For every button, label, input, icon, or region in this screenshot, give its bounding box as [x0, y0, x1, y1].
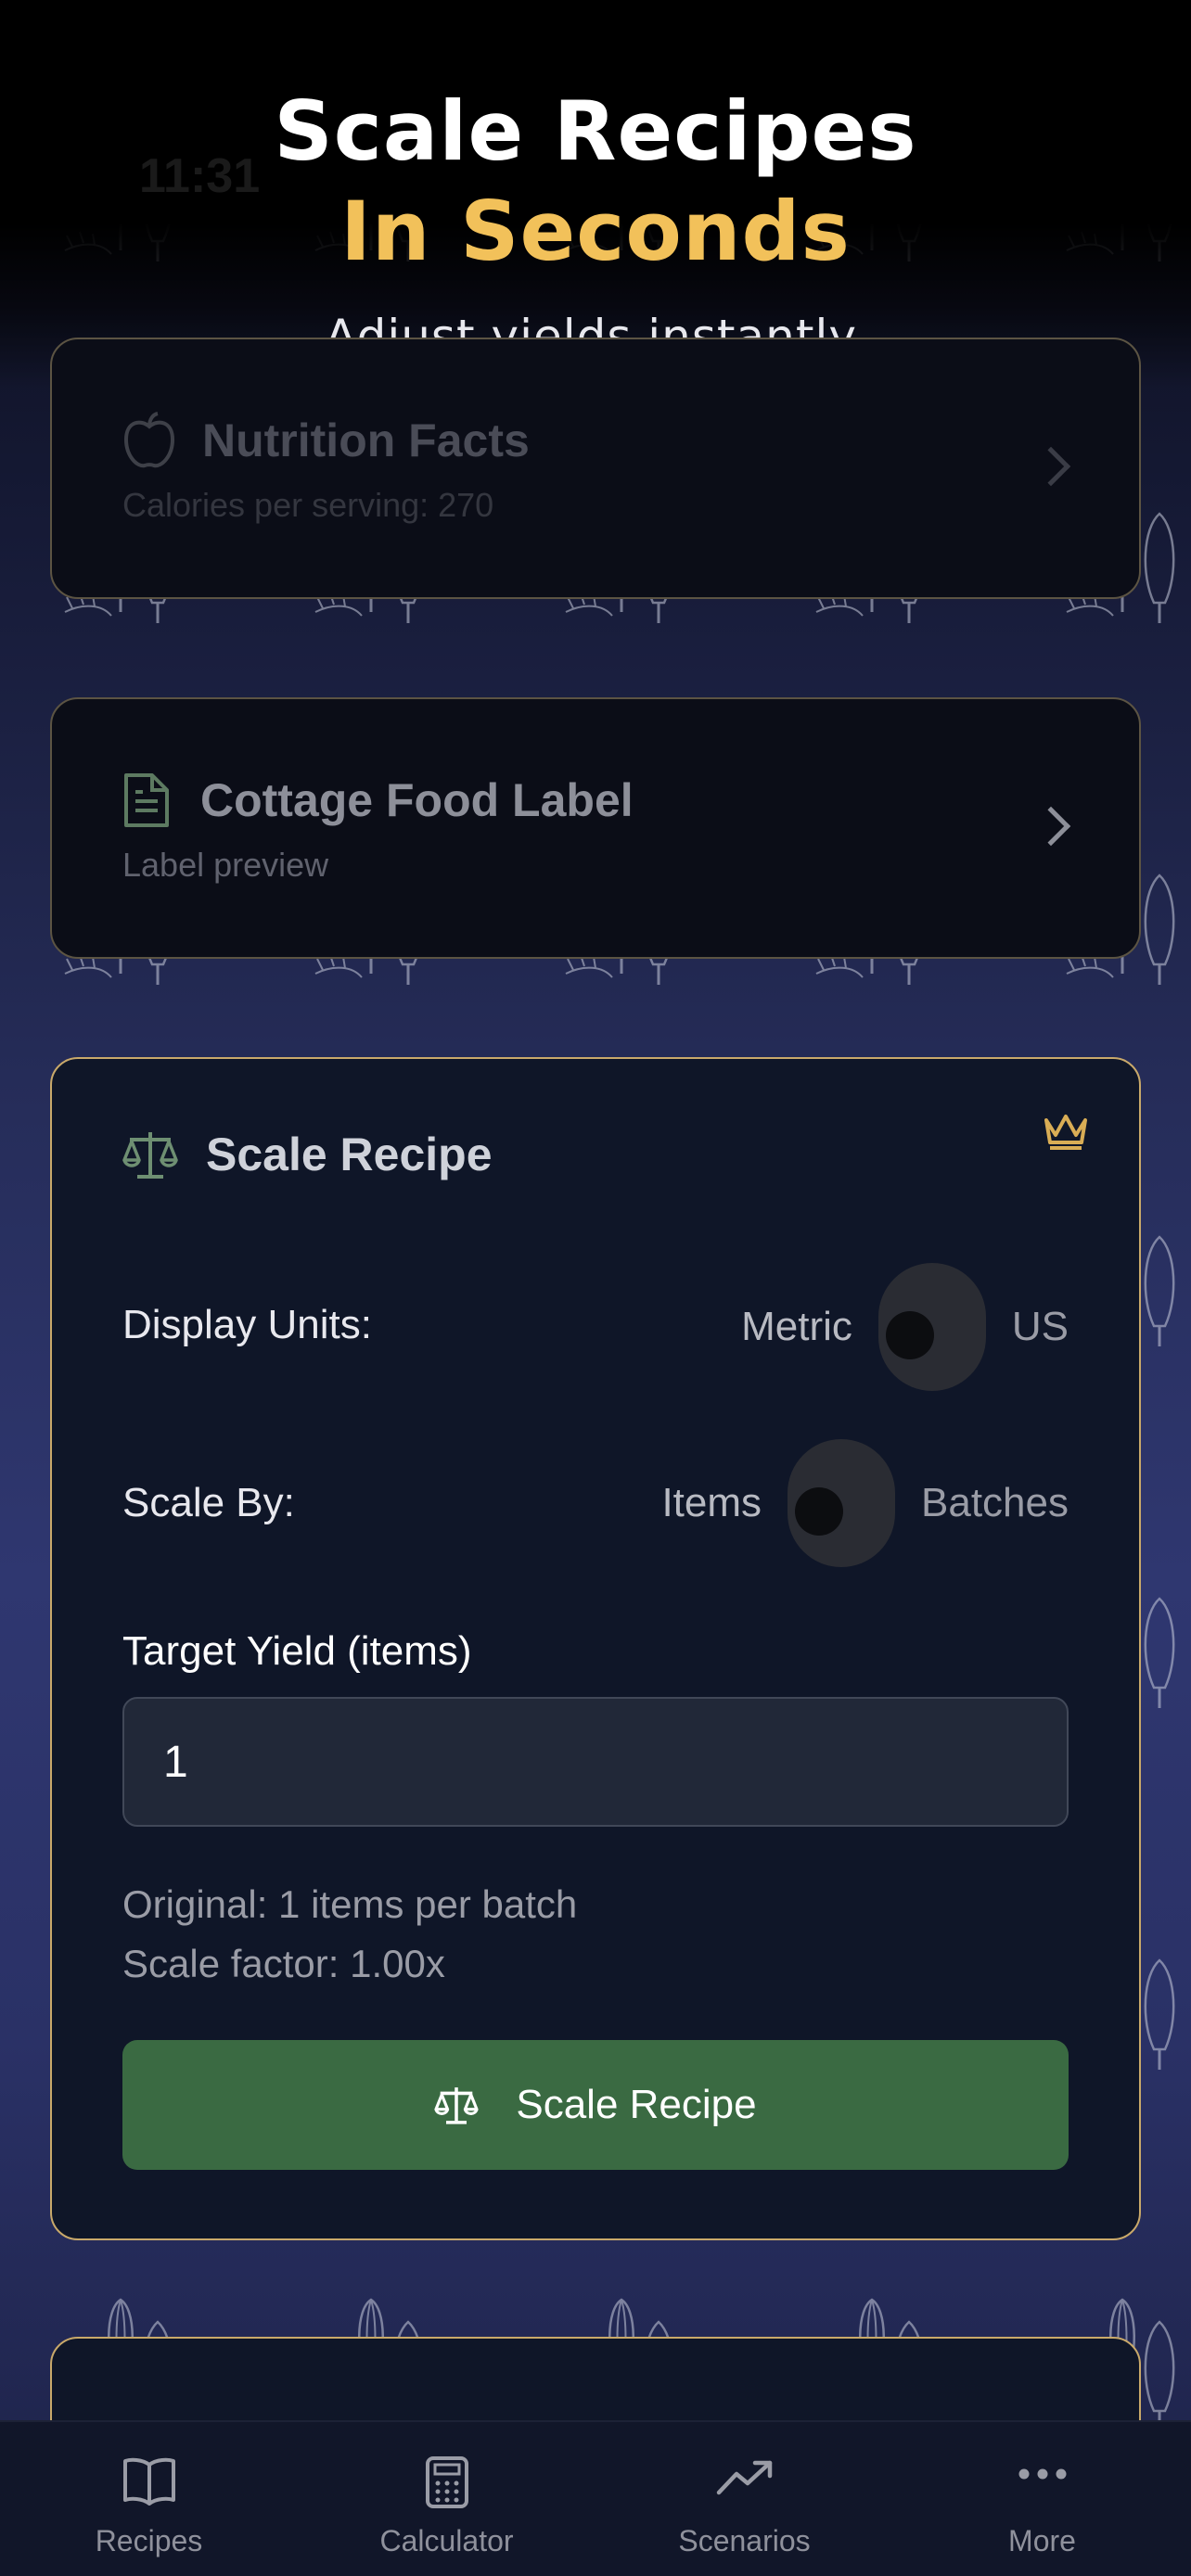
- apple-icon: [123, 412, 175, 468]
- scale-recipe-header: Scale Recipe: [122, 1128, 493, 1181]
- scale-by-toggle-group: Items Batches: [661, 1439, 1069, 1567]
- bottom-tab-bar: Recipes Calculator Scenarios More: [0, 2420, 1191, 2576]
- scale-balance-icon: [434, 2087, 479, 2124]
- book-icon: [122, 2457, 175, 2506]
- cottage-food-label-subtitle: Label preview: [122, 846, 329, 884]
- scale-by-switch[interactable]: [788, 1439, 896, 1567]
- display-units-label: Display Units:: [122, 1302, 372, 1347]
- display-units-option-us[interactable]: US: [1012, 1304, 1069, 1350]
- document-icon: [124, 773, 169, 827]
- scale-by-label: Scale By:: [122, 1480, 295, 1525]
- scale-recipe-button-label: Scale Recipe: [516, 2082, 757, 2127]
- hero-title-line1: Scale Recipes: [274, 83, 917, 179]
- cottage-food-label-header: Cottage Food Label: [122, 772, 634, 829]
- tab-calculator[interactable]: Calculator: [298, 2422, 596, 2576]
- scale-balance-icon: [122, 1132, 178, 1179]
- scale-by-option-batches[interactable]: Batches: [921, 1480, 1069, 1526]
- nutrition-facts-card[interactable]: Nutrition Facts Calories per serving: 27…: [50, 338, 1141, 599]
- crown-icon: [1044, 1115, 1087, 1150]
- tab-scenarios[interactable]: Scenarios: [596, 2422, 893, 2576]
- display-units-toggle-group: Metric US: [741, 1263, 1069, 1391]
- trending-up-icon: [716, 2460, 772, 2495]
- nutrition-facts-header: Nutrition Facts: [122, 412, 530, 469]
- calculator-icon: [425, 2456, 468, 2508]
- nutrition-facts-title: Nutrition Facts: [202, 414, 530, 466]
- target-yield-input[interactable]: [122, 1697, 1069, 1827]
- scale-recipe-title: Scale Recipe: [206, 1129, 493, 1180]
- scale-recipe-button[interactable]: Scale Recipe: [122, 2040, 1069, 2170]
- target-yield-label: Target Yield (items): [122, 1628, 472, 1674]
- hero-title-line2: In Seconds: [340, 184, 851, 279]
- scale-recipe-card: Scale Recipe Display Units: Metric US Sc…: [50, 1057, 1141, 2240]
- switch-knob: [885, 1311, 934, 1359]
- tab-scenarios-label: Scenarios: [678, 2524, 811, 2557]
- tab-recipes[interactable]: Recipes: [0, 2422, 298, 2576]
- display-units-switch[interactable]: [877, 1263, 986, 1391]
- switch-knob: [795, 1487, 844, 1536]
- cottage-food-label-title: Cottage Food Label: [200, 774, 634, 826]
- display-units-option-metric[interactable]: Metric: [741, 1304, 852, 1350]
- tab-recipes-label: Recipes: [95, 2524, 203, 2557]
- scale-by-option-items[interactable]: Items: [661, 1480, 762, 1526]
- hero-heading: Scale Recipes In Seconds Adjust yields i…: [0, 82, 1191, 363]
- more-dots-icon: [1018, 2468, 1066, 2480]
- chevron-right-icon: [1031, 446, 1071, 487]
- tab-calculator-label: Calculator: [379, 2524, 514, 2557]
- original-yield-text: Original: 1 items per batch: [122, 1882, 578, 1926]
- cottage-food-label-card[interactable]: Cottage Food Label Label preview: [50, 697, 1141, 959]
- tab-more-label: More: [1008, 2524, 1076, 2557]
- chevron-right-icon: [1031, 806, 1071, 847]
- nutrition-facts-subtitle: Calories per serving: 270: [122, 486, 494, 524]
- scale-factor-text: Scale factor: 1.00x: [122, 1942, 445, 1985]
- tab-more[interactable]: More: [893, 2422, 1191, 2576]
